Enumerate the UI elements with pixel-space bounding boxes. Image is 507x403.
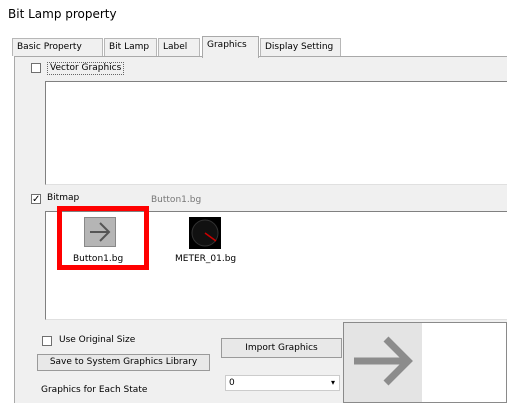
tab-label[interactable]: Label: [158, 38, 200, 56]
checkmark-icon: ✓: [32, 194, 41, 205]
vector-graphics-checkbox[interactable]: [31, 63, 41, 73]
tab-graphics[interactable]: Graphics: [202, 36, 259, 58]
bitmap-label: Bitmap: [47, 193, 80, 203]
tab-basic-property[interactable]: Basic Property: [12, 38, 103, 56]
chevron-down-icon: ▾: [330, 378, 335, 387]
window-title: Bit Lamp property: [8, 7, 117, 21]
tab-strip: Basic Property Bit Lamp Label Graphics D…: [0, 36, 507, 58]
selection-highlight: [57, 206, 149, 270]
graphics-preview: [343, 322, 507, 403]
bitmap-item-label: METER_01.bg: [175, 254, 237, 264]
save-to-library-button[interactable]: Save to System Graphics Library: [37, 354, 210, 371]
vector-graphics-label: Vector Graphics: [47, 62, 125, 75]
bitmap-checkbox[interactable]: ✓: [31, 194, 41, 205]
use-original-size-checkbox[interactable]: [42, 336, 52, 346]
meter-icon[interactable]: [189, 217, 221, 249]
tab-bit-lamp[interactable]: Bit Lamp: [104, 38, 157, 56]
preview-arrow-icon: [344, 323, 422, 402]
use-original-size-label: Use Original Size: [59, 335, 136, 345]
bitmap-selected-file: Button1.bg: [151, 195, 202, 205]
graphics-state-select[interactable]: 0 ▾: [225, 375, 340, 391]
graphics-state-label: Graphics for Each State: [41, 385, 148, 395]
tab-display-setting[interactable]: Display Setting: [260, 38, 341, 56]
graphics-state-value: 0: [229, 378, 235, 388]
import-graphics-button[interactable]: Import Graphics: [221, 338, 342, 358]
vector-graphics-list[interactable]: [45, 81, 507, 185]
